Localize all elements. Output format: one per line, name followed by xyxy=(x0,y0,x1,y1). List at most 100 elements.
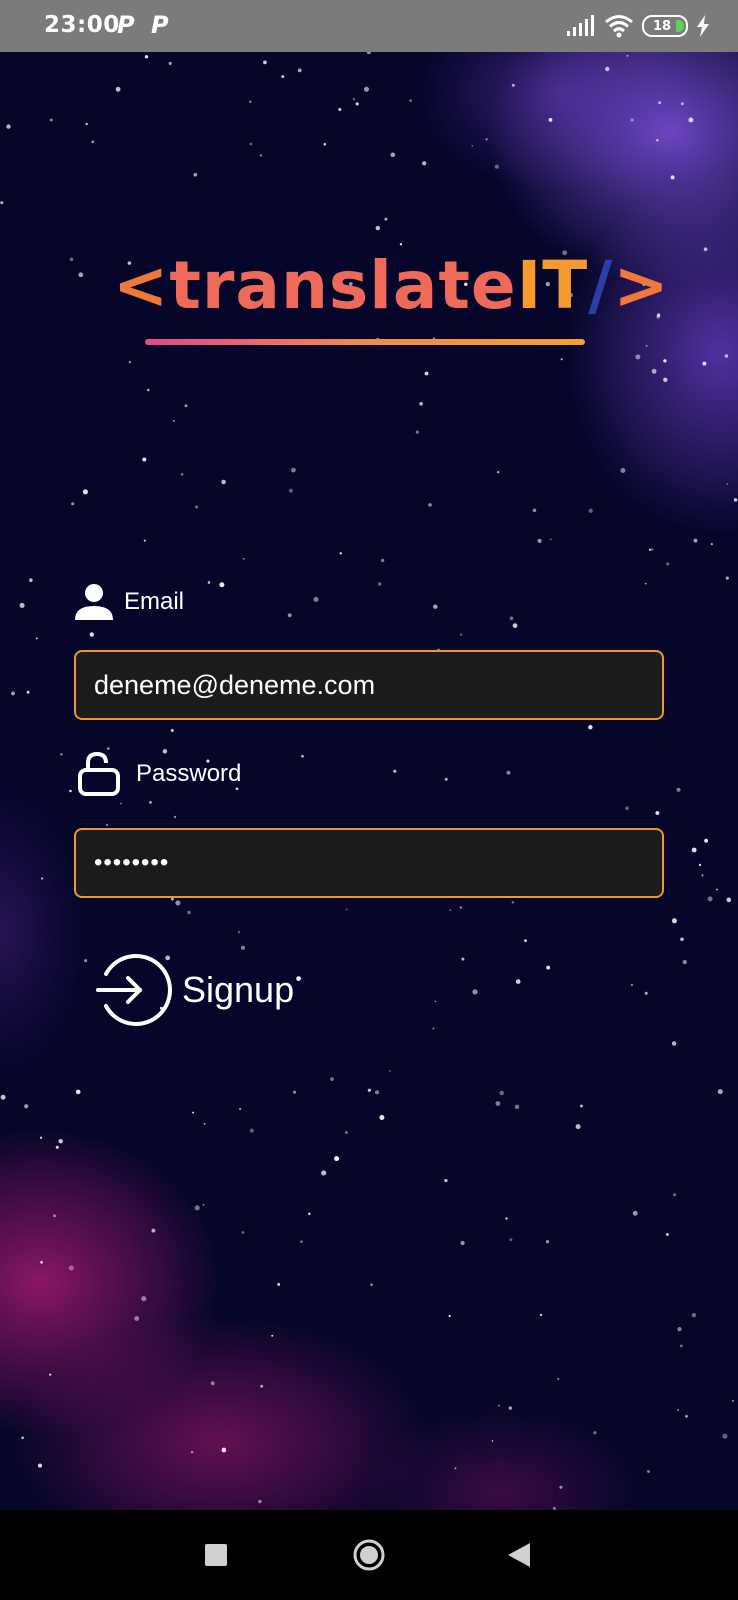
star xyxy=(175,900,181,906)
star xyxy=(115,86,121,92)
star xyxy=(632,1210,638,1216)
star xyxy=(367,1088,372,1092)
star xyxy=(128,360,132,364)
star xyxy=(85,122,88,126)
star xyxy=(207,581,211,584)
star xyxy=(515,979,521,984)
star xyxy=(290,467,296,473)
star xyxy=(35,637,38,640)
star xyxy=(287,613,292,618)
star xyxy=(296,976,301,981)
star xyxy=(192,1111,195,1114)
charging-icon xyxy=(697,15,709,37)
star xyxy=(321,1170,327,1176)
star xyxy=(726,897,732,903)
star xyxy=(499,1090,504,1096)
status-icons: 18 xyxy=(566,12,710,40)
star xyxy=(263,60,267,65)
star xyxy=(593,1431,597,1435)
star xyxy=(677,1327,682,1332)
star xyxy=(390,152,396,158)
star xyxy=(532,508,537,513)
star xyxy=(630,983,634,987)
star xyxy=(461,957,465,961)
star xyxy=(575,1124,581,1130)
star xyxy=(168,61,172,65)
star xyxy=(370,1283,373,1287)
signal-icon xyxy=(567,15,594,36)
email-label-row: Email xyxy=(74,582,184,622)
star xyxy=(151,1228,156,1233)
navigation-bar xyxy=(0,1510,738,1600)
home-circle-icon[interactable] xyxy=(352,1538,386,1572)
star xyxy=(352,97,356,101)
star xyxy=(702,361,707,366)
star xyxy=(49,118,53,122)
star xyxy=(685,1414,688,1418)
logo-underline xyxy=(145,339,585,345)
back-triangle-icon[interactable] xyxy=(508,1543,530,1567)
star xyxy=(557,1377,560,1380)
star xyxy=(495,1101,501,1106)
notification-p-icon: P xyxy=(151,11,169,39)
star xyxy=(0,1094,6,1100)
star xyxy=(194,1205,200,1211)
battery-icon: 18 xyxy=(642,15,688,37)
star xyxy=(141,1296,147,1302)
password-field[interactable]: •••••••• xyxy=(74,828,664,898)
star xyxy=(40,877,44,880)
star xyxy=(656,139,659,142)
star xyxy=(511,83,515,87)
email-field[interactable]: deneme@deneme.com xyxy=(74,650,664,720)
star xyxy=(491,1440,494,1442)
star xyxy=(688,117,694,123)
star xyxy=(512,623,518,628)
star xyxy=(75,1089,81,1095)
star xyxy=(419,401,423,406)
star xyxy=(537,538,542,543)
star xyxy=(144,55,149,59)
star xyxy=(180,473,184,476)
star xyxy=(508,1406,512,1410)
star xyxy=(673,1193,676,1197)
star xyxy=(630,118,634,122)
logo-slash: / xyxy=(588,247,614,324)
star xyxy=(195,505,199,509)
star xyxy=(277,1282,281,1286)
star xyxy=(498,1404,500,1407)
star xyxy=(424,371,429,376)
star xyxy=(448,1314,451,1318)
star xyxy=(202,1203,205,1206)
logo-open-bracket: < xyxy=(113,247,170,324)
star xyxy=(717,1089,723,1095)
star xyxy=(338,108,342,111)
star xyxy=(722,1433,728,1439)
star xyxy=(434,1000,437,1003)
star xyxy=(650,548,654,551)
star xyxy=(143,539,146,542)
signup-button[interactable]: Signup xyxy=(92,950,294,1030)
star xyxy=(308,1212,311,1215)
star xyxy=(242,557,245,560)
star xyxy=(49,1373,52,1376)
star xyxy=(19,602,25,608)
star xyxy=(691,847,697,853)
star xyxy=(366,52,371,55)
star xyxy=(69,789,72,793)
recents-square-icon[interactable] xyxy=(205,1544,227,1566)
star xyxy=(393,769,397,773)
star xyxy=(496,470,500,474)
star xyxy=(539,1313,543,1317)
star xyxy=(726,483,729,485)
star xyxy=(733,498,738,502)
star xyxy=(691,1312,697,1318)
star xyxy=(703,247,708,252)
star xyxy=(37,1463,43,1468)
star xyxy=(679,1344,683,1348)
star xyxy=(241,1231,245,1234)
star xyxy=(249,1128,254,1133)
star xyxy=(693,538,698,543)
star xyxy=(715,888,718,891)
app-background: <translateIT/> Email deneme@deneme.com P… xyxy=(0,52,738,1510)
star xyxy=(677,1409,679,1411)
